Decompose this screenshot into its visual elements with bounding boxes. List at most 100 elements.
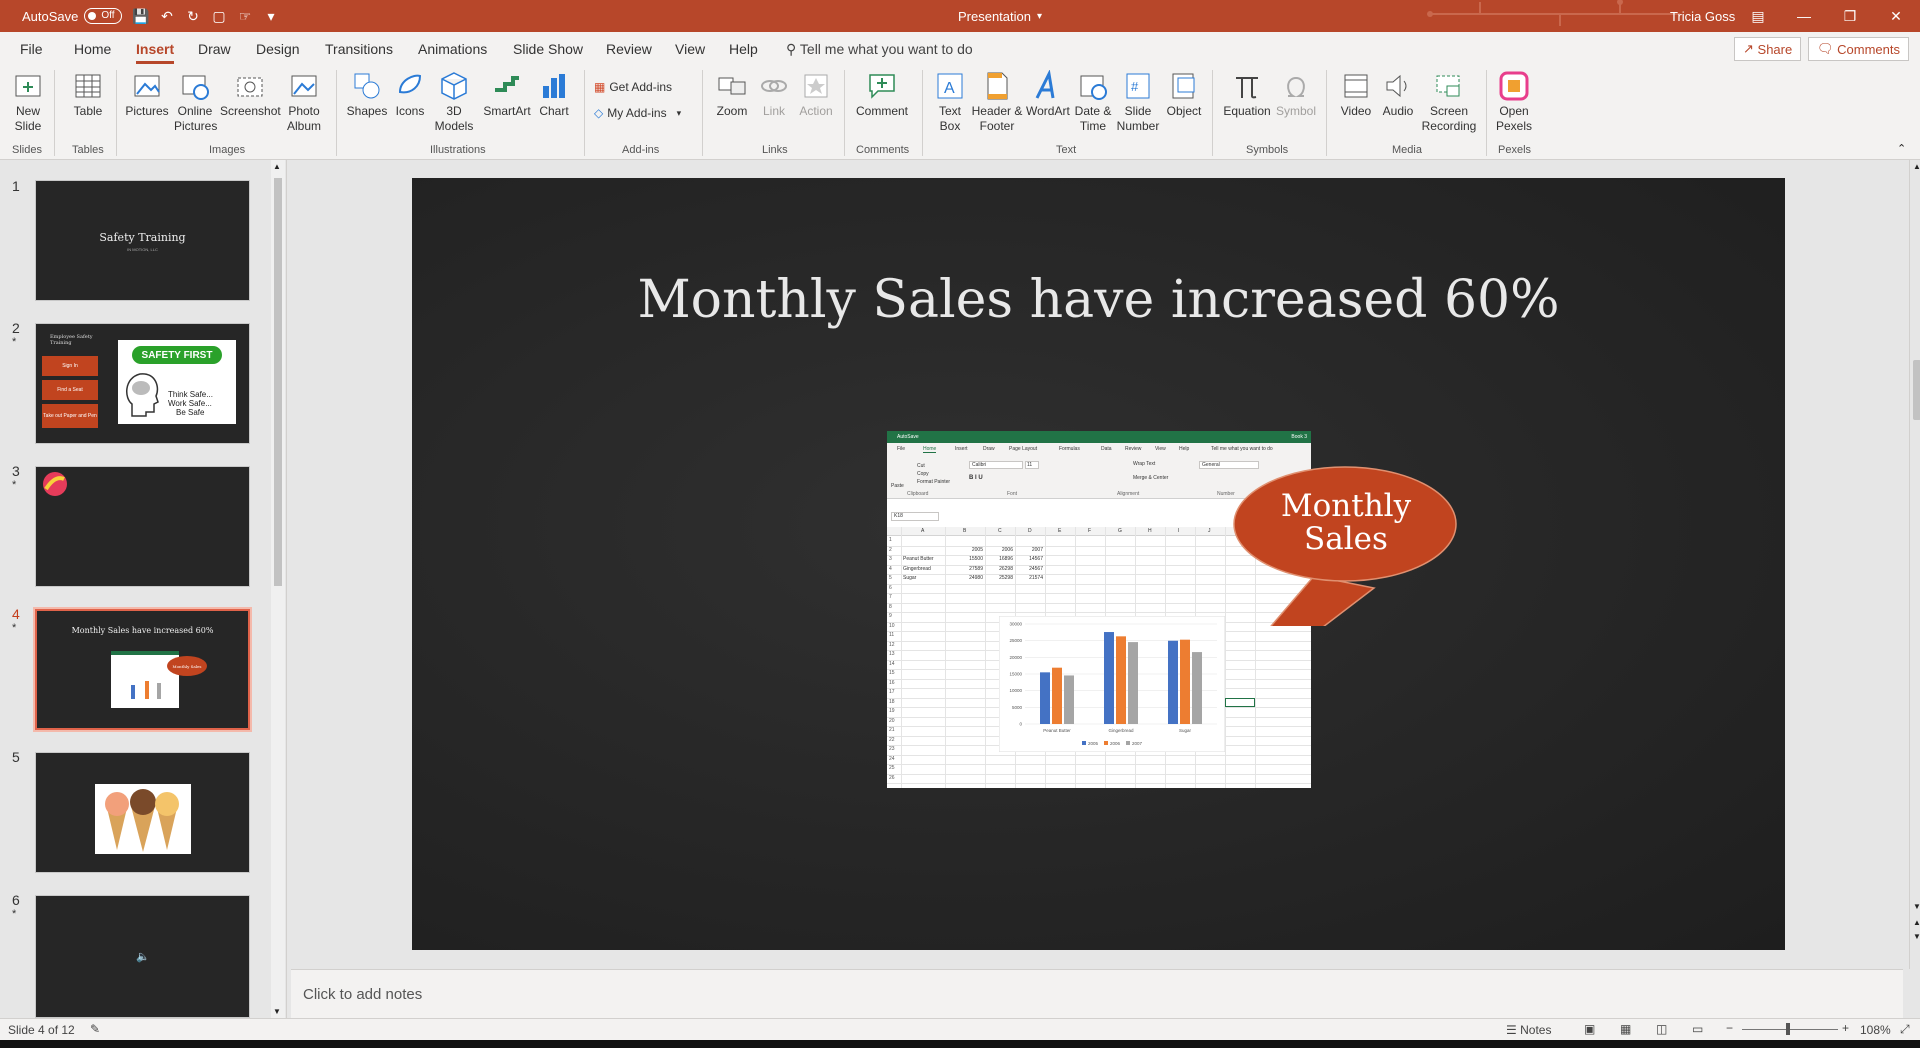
zoom-button[interactable]: Zoom	[712, 70, 752, 119]
x-tick-label: Peanut Butter	[1043, 728, 1071, 733]
tab-design[interactable]: Design	[256, 41, 300, 57]
new-slide-button[interactable]: New Slide	[8, 70, 48, 134]
chevron-down-icon: ▾	[676, 107, 682, 118]
autosave-toggle[interactable]: Off	[84, 8, 123, 24]
tab-transitions[interactable]: Transitions	[325, 41, 393, 57]
redo-icon[interactable]: ↻	[182, 6, 204, 26]
notes-pane[interactable]: Click to add notes	[291, 969, 1903, 1018]
reading-view-icon[interactable]: ◫	[1656, 1022, 1667, 1036]
slide-thumbnail-1[interactable]: Safety Training IN MOTION, LLC	[35, 180, 250, 301]
object-button[interactable]: Object	[1164, 70, 1204, 119]
equation-button[interactable]: Equation	[1222, 70, 1272, 119]
slide-thumbnail-6[interactable]: 🔈	[35, 895, 250, 1018]
zoom-out-icon[interactable]: −	[1726, 1021, 1733, 1035]
symbol-button[interactable]: Symbol	[1274, 70, 1318, 119]
callout-text[interactable]: Monthly Sales	[1262, 490, 1430, 556]
photo-album-button[interactable]: Photo Album	[282, 70, 326, 134]
excel-autosave: AutoSave	[897, 434, 919, 440]
zoom-slider-thumb[interactable]	[1786, 1023, 1790, 1035]
previous-slide-icon[interactable]: ▲	[1913, 918, 1920, 927]
slide-show-icon[interactable]: ▭	[1692, 1022, 1703, 1036]
scroll-up-icon[interactable]: ▲	[1913, 162, 1920, 171]
canvas-scrollbar[interactable]: ▲ ▼ ▲ ▼	[1909, 160, 1920, 969]
scrollbar-thumb[interactable]	[274, 178, 282, 586]
save-icon[interactable]: 💾	[130, 6, 152, 26]
tell-me-box[interactable]: ⚲ Tell me what you want to do	[786, 41, 973, 58]
excel-tabs: File Home Insert Draw Page Layout Formulas Dat…	[887, 443, 1311, 457]
scroll-down-icon[interactable]: ▼	[273, 1007, 281, 1016]
legend-swatch	[1126, 741, 1130, 745]
link-button[interactable]: Link	[756, 70, 792, 119]
minimize-icon[interactable]: —	[1781, 0, 1827, 32]
customize-qat-icon[interactable]: ▾	[260, 6, 282, 26]
tab-draw[interactable]: Draw	[198, 41, 231, 57]
slide-sorter-icon[interactable]: ▦	[1620, 1022, 1631, 1036]
tab-animations[interactable]: Animations	[418, 41, 487, 57]
my-addins-button[interactable]: ◇ My Add-ins ▾	[594, 106, 681, 120]
scrollbar-thumb[interactable]	[1913, 360, 1920, 420]
open-pexels-button[interactable]: Open Pexels	[1492, 70, 1536, 134]
zoom-slider[interactable]	[1742, 1023, 1838, 1035]
tab-file[interactable]: File	[20, 41, 43, 57]
notes-button[interactable]: ☰ Notes	[1506, 1023, 1551, 1037]
autosave-control[interactable]: AutoSave Off	[22, 0, 123, 32]
header-footer-button[interactable]: Header & Footer	[970, 70, 1024, 134]
shapes-button[interactable]: Shapes	[346, 70, 388, 119]
slide-thumbnail-3[interactable]	[35, 466, 250, 587]
collapse-ribbon-icon[interactable]: ⌃	[1897, 142, 1906, 155]
present-icon[interactable]: ▢	[208, 6, 230, 26]
tab-insert[interactable]: Insert	[136, 41, 175, 64]
close-icon[interactable]: ✕	[1873, 0, 1919, 32]
audio-button[interactable]: Audio	[1378, 70, 1418, 119]
table-button[interactable]: Table	[70, 70, 106, 119]
undo-icon[interactable]: ↶	[156, 6, 178, 26]
current-slide[interactable]: Monthly Sales have increased 60% AutoSav…	[412, 178, 1785, 950]
smartart-button[interactable]: SmartArt	[482, 70, 532, 119]
zoom-level[interactable]: 108%	[1860, 1023, 1891, 1037]
next-slide-icon[interactable]: ▼	[1913, 932, 1920, 941]
3d-models-button[interactable]: 3D Models	[430, 70, 478, 134]
scroll-up-icon[interactable]: ▲	[273, 162, 281, 171]
tab-help[interactable]: Help	[729, 41, 758, 57]
slide-thumbnail-4[interactable]: Monthly Sales have increased 60% Monthly…	[33, 607, 252, 732]
action-button[interactable]: Action	[796, 70, 836, 119]
screenshot-button[interactable]: Screenshot	[220, 70, 281, 119]
screen-recording-button[interactable]: Screen Recording	[1420, 70, 1478, 134]
wordart-button[interactable]: WordArt	[1026, 70, 1070, 119]
notes-placeholder[interactable]: Click to add notes	[303, 986, 422, 1003]
excel-font-box: Calibri	[969, 461, 1023, 469]
comment-button[interactable]: Comment	[852, 70, 912, 119]
tab-slide-show[interactable]: Slide Show	[513, 41, 583, 57]
comments-button[interactable]: 🗨 Comments	[1808, 37, 1909, 61]
slide-thumbnail-5[interactable]	[35, 752, 250, 873]
y-tick-label: 30000	[1009, 622, 1022, 627]
get-addins-button[interactable]: ▦ Get Add-ins	[594, 80, 672, 94]
tab-view[interactable]: View	[675, 41, 705, 57]
zoom-in-icon[interactable]: +	[1842, 1021, 1849, 1035]
audio-label: Audio	[1382, 104, 1414, 118]
tab-home[interactable]: Home	[74, 41, 111, 57]
slide-thumbnail-2[interactable]: Employee Safety Training Sign In Find a …	[35, 323, 250, 444]
tab-review[interactable]: Review	[606, 41, 652, 57]
chart-button[interactable]: Chart	[536, 70, 572, 119]
icons-button[interactable]: Icons	[392, 70, 428, 119]
slide-number-button[interactable]: # Slide Number	[1116, 70, 1160, 134]
video-button[interactable]: Video	[1336, 70, 1376, 119]
excel-column-header: C	[998, 528, 1002, 534]
pictures-button[interactable]: Pictures	[125, 70, 169, 119]
document-title[interactable]: Presentation ▾	[920, 0, 1080, 32]
fit-to-window-icon[interactable]: ⤢	[1900, 1022, 1910, 1037]
share-button[interactable]: ↗ Share	[1734, 37, 1802, 61]
online-pictures-button[interactable]: Online Pictures	[174, 70, 217, 134]
ribbon-display-icon[interactable]: ▤	[1735, 0, 1781, 32]
thumbnail-scrollbar[interactable]: ▲ ▼	[271, 160, 285, 1018]
text-box-button[interactable]: A Text Box	[932, 70, 968, 134]
user-name[interactable]: Tricia Goss	[1670, 0, 1735, 32]
scroll-down-icon[interactable]: ▼	[1913, 902, 1920, 911]
restore-icon[interactable]: ❐	[1827, 0, 1873, 32]
normal-view-icon[interactable]: ▣	[1584, 1022, 1595, 1036]
touch-mode-icon[interactable]: ☞	[234, 6, 256, 26]
spelling-icon[interactable]: ✎	[90, 1022, 100, 1036]
slide-title[interactable]: Monthly Sales have increased 60%	[412, 270, 1785, 330]
date-time-button[interactable]: Date & Time	[1072, 70, 1114, 134]
